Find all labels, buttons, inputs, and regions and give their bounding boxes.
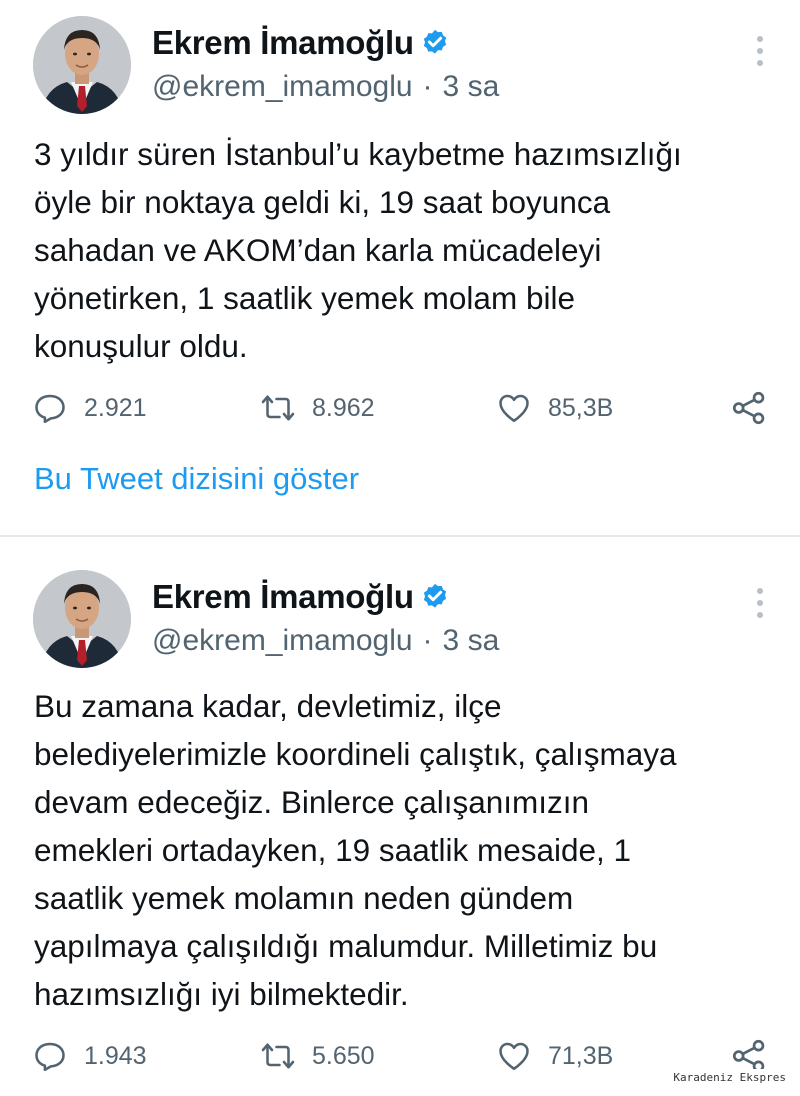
tweet-actions: 2.921 8.962 85,3B [0, 386, 800, 430]
watermark: Karadeniz Ekspres [669, 1069, 790, 1086]
tweet-timestamp[interactable]: 3 sa [443, 70, 500, 104]
retweet-button[interactable]: 5.650 [260, 1034, 375, 1078]
verified-badge-icon [420, 582, 450, 612]
tweet-card[interactable]: Ekrem İmamoğlu @ekrem_imamoglu · 3 sa 3 … [0, 0, 800, 536]
share-icon [732, 391, 765, 425]
retweet-count: 5.650 [312, 1041, 375, 1070]
handle-row: @ekrem_imamoglu · 3 sa [152, 67, 499, 107]
like-button[interactable]: 85,3B [496, 386, 613, 430]
separator-dot: · [422, 70, 433, 103]
author-handle[interactable]: @ekrem_imamoglu [152, 70, 413, 104]
like-count: 85,3B [548, 393, 614, 422]
author-name[interactable]: Ekrem İmamoğlu [152, 24, 414, 62]
reply-button[interactable]: 1.943 [32, 1034, 147, 1078]
share-button[interactable] [730, 386, 770, 430]
retweet-icon [261, 395, 295, 421]
author-handle[interactable]: @ekrem_imamoglu [152, 624, 413, 658]
heart-icon [499, 394, 529, 423]
like-button[interactable]: 71,3B [496, 1034, 613, 1078]
avatar[interactable] [33, 570, 131, 668]
avatar-portrait [33, 16, 131, 114]
author-name[interactable]: Ekrem İmamoğlu [152, 578, 414, 616]
author-name-row[interactable]: Ekrem İmamoğlu [152, 577, 450, 617]
author-name-row[interactable]: Ekrem İmamoğlu [152, 23, 450, 63]
reply-count: 2.921 [84, 393, 147, 422]
reply-icon [35, 1042, 65, 1072]
tweet-text: Bu zamana kadar, devletimiz, ilçe beledi… [34, 688, 677, 1012]
like-count: 71,3B [548, 1041, 614, 1070]
show-thread-link[interactable]: Bu Tweet dizisini göster [34, 461, 359, 497]
retweet-icon [261, 1043, 295, 1069]
tweet-card[interactable]: Ekrem İmamoğlu @ekrem_imamoglu · 3 sa Bu… [0, 538, 800, 1096]
heart-icon [499, 1042, 529, 1071]
divider [0, 535, 800, 537]
avatar-portrait [33, 570, 131, 668]
retweet-count: 8.962 [312, 393, 375, 422]
avatar[interactable] [33, 16, 131, 114]
reply-button[interactable]: 2.921 [32, 386, 147, 430]
retweet-button[interactable]: 8.962 [260, 386, 375, 430]
verified-badge-icon [420, 28, 450, 58]
reply-count: 1.943 [84, 1041, 147, 1070]
separator-dot: · [422, 624, 433, 657]
tweet-text: 3 yıldır süren İstanbul’u kaybetme hazım… [34, 136, 682, 364]
handle-row: @ekrem_imamoglu · 3 sa [152, 621, 499, 661]
more-vertical-icon[interactable] [750, 585, 770, 621]
tweet-timestamp[interactable]: 3 sa [443, 624, 500, 658]
more-vertical-icon[interactable] [750, 33, 770, 69]
reply-icon [35, 394, 65, 424]
